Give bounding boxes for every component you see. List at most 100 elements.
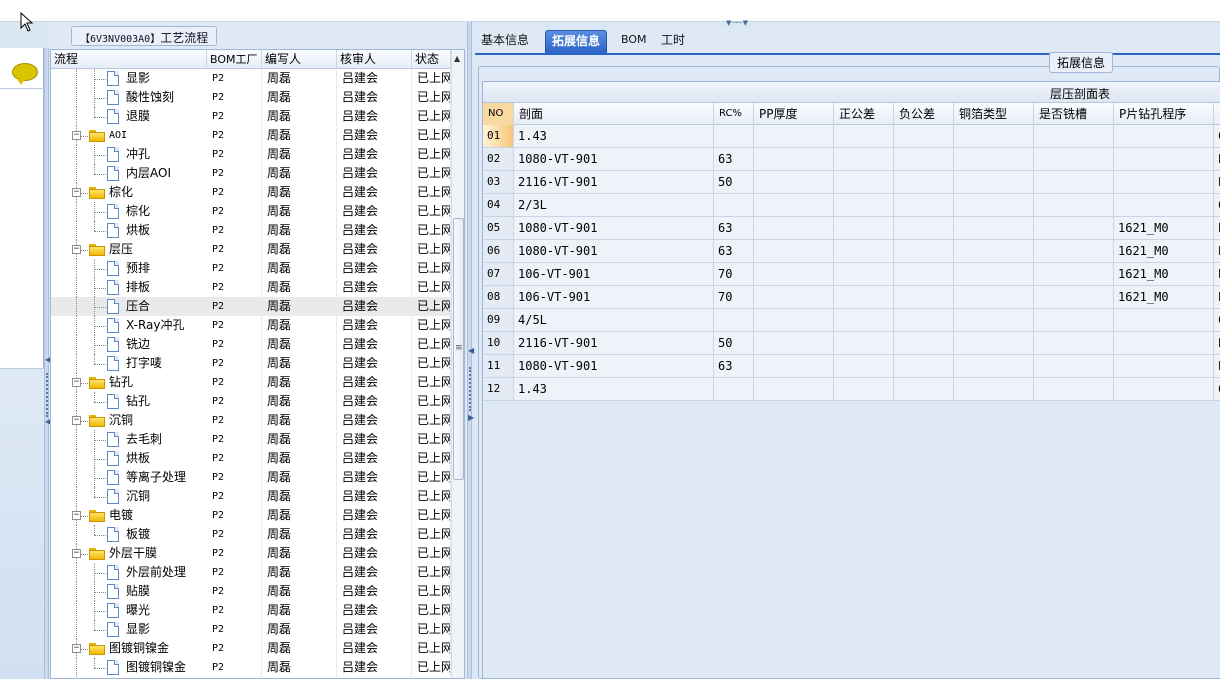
collapse-toggle-icon[interactable]: − [72, 188, 81, 197]
grid-row[interactable]: 051080-VT-90163 1621_M0P [483, 217, 1220, 240]
no-cell[interactable]: 07 [483, 263, 514, 285]
profile-cell[interactable]: 2116-VT-901 [514, 171, 714, 193]
no-cell[interactable]: 12 [483, 378, 514, 400]
rc-cell[interactable] [714, 194, 754, 216]
extra-cell[interactable]: P [1214, 263, 1220, 285]
negative-tolerance-cell[interactable] [894, 217, 954, 239]
tree-scrollbar[interactable]: ▲ ≡ [451, 50, 464, 678]
column-header-profile[interactable]: 剖面 [514, 103, 714, 125]
copper-foil-type-cell[interactable] [954, 286, 1034, 308]
tree-row[interactable]: 显影 P2 周磊 吕建会 已上网 [51, 620, 451, 639]
p-drill-program-cell[interactable] [1114, 148, 1214, 170]
column-header-writer[interactable]: 编写人 [262, 50, 337, 69]
tree-row[interactable]: 外层前处理 P2 周磊 吕建会 已上网 [51, 563, 451, 582]
positive-tolerance-cell[interactable] [834, 240, 894, 262]
extra-cell[interactable]: P [1214, 217, 1220, 239]
positive-tolerance-cell[interactable] [834, 217, 894, 239]
p-drill-program-cell[interactable] [1114, 378, 1214, 400]
slot-milling-cell[interactable] [1034, 171, 1114, 193]
tree-row[interactable]: 排板 P2 周磊 吕建会 已上网 [51, 278, 451, 297]
tree-folder-row[interactable]: − 层压 P2 周磊 吕建会 已上网 [51, 240, 451, 259]
tree-row[interactable]: 曝光 P2 周磊 吕建会 已上网 [51, 601, 451, 620]
tab-work-hours[interactable]: 工时 [655, 30, 691, 53]
positive-tolerance-cell[interactable] [834, 309, 894, 331]
copper-foil-type-cell[interactable] [954, 194, 1034, 216]
grid-row[interactable]: 07106-VT-90170 1621_M0P [483, 263, 1220, 286]
tree-row[interactable]: 贴膜 P2 周磊 吕建会 已上网 [51, 582, 451, 601]
tree-row[interactable]: 铣边 P2 周磊 吕建会 已上网 [51, 335, 451, 354]
pp-thickness-cell[interactable] [754, 217, 834, 239]
rc-cell[interactable]: 70 [714, 263, 754, 285]
extra-cell[interactable]: P [1214, 148, 1220, 170]
rc-cell[interactable]: 50 [714, 332, 754, 354]
extra-cell[interactable]: P [1214, 332, 1220, 354]
rc-cell[interactable] [714, 378, 754, 400]
profile-cell[interactable]: 2/3L [514, 194, 714, 216]
slot-milling-cell[interactable] [1034, 309, 1114, 331]
profile-cell[interactable]: 1080-VT-901 [514, 355, 714, 377]
grid-row[interactable]: 011.43 C [483, 125, 1220, 148]
tree-row[interactable]: 烘板 P2 周磊 吕建会 已上网 [51, 221, 451, 240]
slot-milling-cell[interactable] [1034, 355, 1114, 377]
pp-thickness-cell[interactable] [754, 240, 834, 262]
profile-cell[interactable]: 1080-VT-901 [514, 217, 714, 239]
column-header-pp-thickness[interactable]: PP厚度 [754, 103, 834, 125]
pp-thickness-cell[interactable] [754, 332, 834, 354]
tree-folder-row[interactable]: − 外层干膜 P2 周磊 吕建会 已上网 [51, 544, 451, 563]
middle-splitter[interactable]: ◀ ▶ [467, 22, 474, 679]
p-drill-program-cell[interactable] [1114, 194, 1214, 216]
extra-cell[interactable]: C [1214, 194, 1220, 216]
no-cell[interactable]: 02 [483, 148, 514, 170]
profile-cell[interactable]: 1080-VT-901 [514, 148, 714, 170]
column-header-flow[interactable]: 流程 [51, 50, 207, 69]
tree-folder-row[interactable]: − 电镀 P2 周磊 吕建会 已上网 [51, 506, 451, 525]
collapse-toggle-icon[interactable]: − [72, 378, 81, 387]
extra-cell[interactable]: P [1214, 286, 1220, 308]
tree-row[interactable]: 压合 P2 周磊 吕建会 已上网 [51, 297, 451, 316]
grid-row[interactable]: 121.43 C [483, 378, 1220, 401]
grid-row[interactable]: 021080-VT-90163 P [483, 148, 1220, 171]
slot-milling-cell[interactable] [1034, 217, 1114, 239]
pp-thickness-cell[interactable] [754, 125, 834, 147]
tree-row[interactable]: 钻孔 P2 周磊 吕建会 已上网 [51, 392, 451, 411]
tree-folder-row[interactable]: − AOI P2 周磊 吕建会 已上网 [51, 126, 451, 145]
column-header-status[interactable]: 状态 [412, 50, 451, 69]
positive-tolerance-cell[interactable] [834, 355, 894, 377]
p-drill-program-cell[interactable] [1114, 125, 1214, 147]
positive-tolerance-cell[interactable] [834, 148, 894, 170]
slot-milling-cell[interactable] [1034, 332, 1114, 354]
positive-tolerance-cell[interactable] [834, 263, 894, 285]
rc-cell[interactable]: 63 [714, 217, 754, 239]
p-drill-program-cell[interactable]: 1621_M0 [1114, 240, 1214, 262]
negative-tolerance-cell[interactable] [894, 125, 954, 147]
positive-tolerance-cell[interactable] [834, 286, 894, 308]
column-header-extra[interactable] [1214, 103, 1220, 125]
profile-cell[interactable]: 2116-VT-901 [514, 332, 714, 354]
rc-cell[interactable]: 63 [714, 355, 754, 377]
tree-folder-row[interactable]: − 棕化 P2 周磊 吕建会 已上网 [51, 183, 451, 202]
p-drill-program-cell[interactable]: 1621_M0 [1114, 263, 1214, 285]
negative-tolerance-cell[interactable] [894, 309, 954, 331]
column-header-negative-tolerance[interactable]: 负公差 [894, 103, 954, 125]
positive-tolerance-cell[interactable] [834, 125, 894, 147]
grid-row[interactable]: 042/3L C [483, 194, 1220, 217]
copper-foil-type-cell[interactable] [954, 263, 1034, 285]
no-cell[interactable]: 10 [483, 332, 514, 354]
slot-milling-cell[interactable] [1034, 378, 1114, 400]
pp-thickness-cell[interactable] [754, 309, 834, 331]
extra-cell[interactable]: P [1214, 240, 1220, 262]
negative-tolerance-cell[interactable] [894, 332, 954, 354]
p-drill-program-cell[interactable]: 1621_M0 [1114, 286, 1214, 308]
profile-cell[interactable]: 106-VT-901 [514, 286, 714, 308]
negative-tolerance-cell[interactable] [894, 355, 954, 377]
slot-milling-cell[interactable] [1034, 240, 1114, 262]
tab-extended-info[interactable]: 拓展信息 [545, 30, 608, 53]
positive-tolerance-cell[interactable] [834, 378, 894, 400]
no-cell[interactable]: 01 [483, 125, 514, 147]
collapse-toggle-icon[interactable]: − [72, 644, 81, 653]
tree-row[interactable]: 烘板 P2 周磊 吕建会 已上网 [51, 449, 451, 468]
no-cell[interactable]: 05 [483, 217, 514, 239]
profile-cell[interactable]: 106-VT-901 [514, 263, 714, 285]
tree-folder-row[interactable]: − 钻孔 P2 周磊 吕建会 已上网 [51, 373, 451, 392]
collapse-toggle-icon[interactable]: − [72, 511, 81, 520]
